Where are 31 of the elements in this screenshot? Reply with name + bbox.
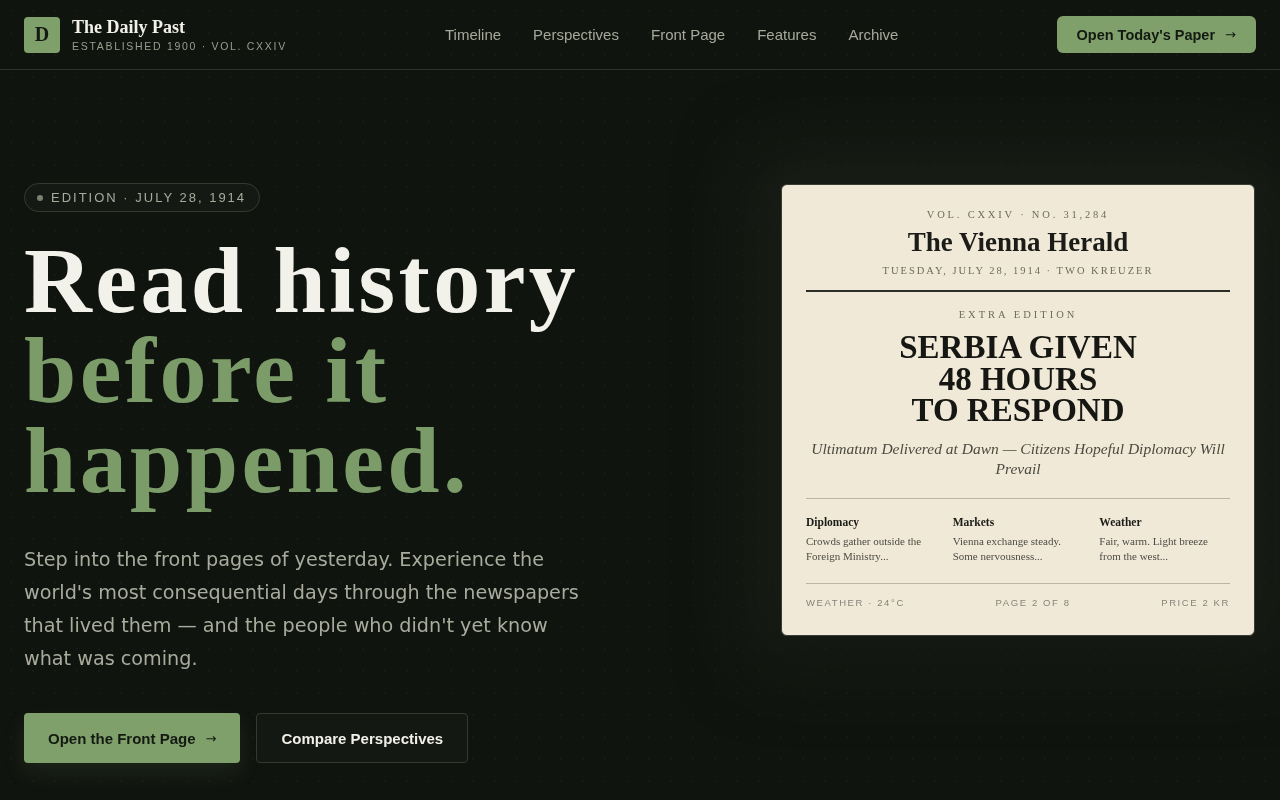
arrow-icon: → (205, 730, 217, 746)
hero-description: Step into the front pages of yesterday. Experience the world's most consequential days through the newspapers that lived them — and the people who didn't yet know what was coming. (24, 547, 580, 672)
newspaper-title: The Vienna Herald (906, 227, 1130, 258)
column-text: Vienna exchange steady. Some nervousness... (952, 533, 1062, 564)
front-page-button[interactable]: Open the Front Page → (24, 713, 241, 763)
nav-link[interactable]: Perspectives (533, 26, 619, 43)
column-text: Crowds gather outside the Foreign Ministry... (806, 533, 923, 564)
nav-link[interactable]: Front Page (650, 26, 726, 43)
column-heading: Markets (952, 514, 996, 529)
dateline: TUESDAY, JULY 28, 1914 · TWO KREUZER (881, 264, 1155, 278)
column-heading: Diplomacy (806, 514, 861, 529)
brand-name: The Daily Past (72, 16, 186, 37)
footer-note: PRICE 2 KR (1161, 596, 1230, 609)
footer-note: PAGE 2 OF 8 (995, 596, 1071, 609)
edition-kicker: EXTRA EDITION (957, 308, 1079, 322)
nav-link[interactable]: Timeline (444, 26, 502, 43)
logo-mark: D (24, 16, 60, 53)
nav-link[interactable]: Features (757, 26, 817, 43)
arrow-icon: → (1225, 27, 1236, 42)
bullet-dot-icon (37, 194, 43, 201)
column-heading: Weather (1099, 514, 1143, 529)
front-page-headline: SERBIA GIVEN 48 HOURS TO RESPOND (898, 332, 1138, 427)
compare-button[interactable]: Compare Perspectives (256, 713, 469, 763)
column-text: Fair, warm. Light breeze from the west... (1099, 533, 1209, 564)
open-paper-button[interactable]: Open Today's Paper → (1056, 16, 1256, 53)
headline-deck: Ultimatum Delivered at Dawn — Citizens Hopeful Diplomacy Will Prevail (810, 438, 1226, 479)
edition-label: EDITION · JULY 28, 1914 (51, 190, 247, 205)
volume-line: VOL. CXXIV · NO. 31,284 (925, 208, 1111, 222)
brand-tagline: ESTABLISHED 1900 · VOL. CXXIV (72, 39, 287, 53)
footer-note: WEATHER · 24°C (806, 596, 905, 609)
nav-link[interactable]: Archive (848, 26, 899, 43)
